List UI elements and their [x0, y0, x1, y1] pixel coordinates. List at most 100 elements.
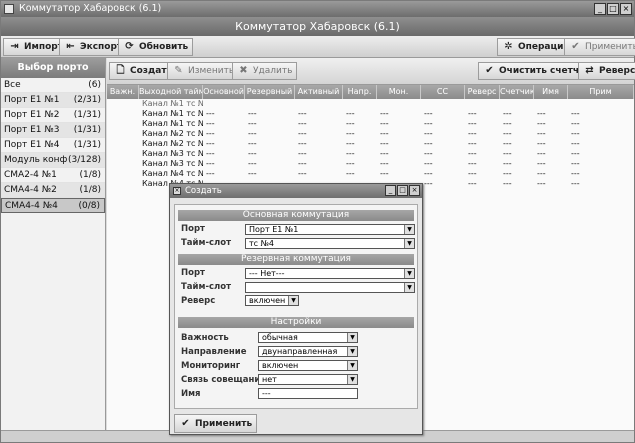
port-select[interactable]: Порт Е1 №1 ▼	[245, 224, 415, 235]
column-header[interactable]: Напр.	[343, 85, 377, 99]
table-cell	[107, 169, 139, 179]
delete-button[interactable]: ✖ Удалить	[232, 62, 298, 80]
chevron-down-icon: ▼	[404, 225, 414, 234]
window-titlebar[interactable]: Коммутатор Хабаровск (6.1) _ □ ×	[1, 1, 634, 17]
port-list-item[interactable]: Порт E1 №1 (2/31)	[1, 93, 105, 108]
reverse-select[interactable]: включен ▼	[245, 295, 299, 306]
export-button[interactable]: ⇤ Экспорт	[59, 38, 128, 56]
port-list-item[interactable]: Все (6)	[1, 78, 105, 93]
table-cell: ---	[206, 109, 215, 118]
column-header[interactable]: Резервный	[245, 85, 295, 99]
dialog-titlebar[interactable]: × Создать _ □ ×	[170, 184, 422, 198]
table-cell: ---	[468, 109, 477, 118]
port-selector-panel: Выбор порто Все (6) Порт E1 №1 (2/31) Порт…	[1, 58, 106, 430]
table-cell: Канал №3 тс №2	[142, 159, 203, 168]
dialog-apply-button[interactable]: ✔ Применить	[174, 414, 258, 433]
maximize-icon[interactable]: □	[607, 3, 619, 15]
direction-select[interactable]: двунаправленная ▼	[258, 346, 358, 357]
name-input[interactable]: ---	[258, 388, 358, 399]
importance-select[interactable]: обычная ▼	[258, 332, 358, 343]
dialog-window-controls: _ □ ×	[385, 185, 420, 196]
slot-select[interactable]: тс №4 ▼	[245, 238, 415, 249]
table-row[interactable]: Канал №4 тс №1--------------------------…	[107, 169, 634, 179]
port-list-item[interactable]: Модуль конф (3/128)	[1, 153, 105, 168]
apply-button[interactable]: ✔ Применить	[564, 38, 635, 56]
chevron-down-icon: ▼	[288, 296, 298, 305]
dialog-close-x-icon: ×	[173, 187, 181, 195]
table-cell	[465, 99, 500, 109]
table-cell: ---	[248, 129, 257, 138]
dialog-body: Основная коммутация Порт Порт Е1 №1 ▼ Тай…	[174, 204, 418, 409]
table-cell: ---	[346, 149, 355, 158]
close-icon[interactable]: ×	[620, 3, 632, 15]
monitoring-label: Мониторинг	[181, 361, 241, 371]
table-row[interactable]: Канал №3 тс №2--------------------------…	[107, 159, 634, 169]
table-row[interactable]: Канал №1 тс №1--------------------------…	[107, 109, 634, 119]
maximize-icon[interactable]: □	[397, 185, 408, 196]
reverse-arrows-icon: ⇄	[585, 65, 594, 76]
main-switching-section: Основная коммутация	[178, 210, 414, 221]
reverse-label: Реверс	[599, 66, 635, 76]
table-row[interactable]: Канал №2 тс №1--------------------------…	[107, 129, 634, 139]
table-row[interactable]: Канал №1 тс №1	[107, 99, 634, 109]
column-header[interactable]: Выходной тайм-слот	[139, 85, 203, 99]
column-header[interactable]: Важн.	[107, 85, 139, 99]
table-cell: ---	[571, 109, 580, 118]
table-cell: ---	[248, 139, 257, 148]
reverse-button[interactable]: ⇄ Реверс	[578, 62, 635, 80]
refresh-button[interactable]: ⟳ Обновить	[118, 38, 194, 56]
dialog-title: Создать	[185, 186, 222, 196]
column-header[interactable]: Мон.	[377, 85, 421, 99]
import-label: Импорт	[24, 42, 63, 52]
port-list-item[interactable]: Порт E1 №4 (1/31)	[1, 138, 105, 153]
table-cell: ---	[537, 139, 546, 148]
port-list-item[interactable]: СМА2-4 №1 (1/8)	[1, 168, 105, 183]
clear-counter-button[interactable]: ✔ Очистить счетчк	[478, 62, 591, 80]
export-icon: ⇤	[66, 41, 75, 52]
name-label: Имя	[181, 389, 201, 399]
table-cell: ---	[206, 159, 215, 168]
table-cell: ---	[206, 129, 215, 138]
edit-button[interactable]: ✎ Изменить	[167, 62, 240, 80]
monitoring-select[interactable]: включен ▼	[258, 360, 358, 371]
table-cell: ---	[468, 169, 477, 178]
create-dialog: × Создать _ □ × Основная коммутация Порт…	[169, 183, 423, 435]
table-cell: ---	[298, 129, 307, 138]
table-cell: ---	[346, 139, 355, 148]
port-list-item-selected[interactable]: СМА4-4 №4 (0/8)	[1, 198, 105, 213]
port-list-item[interactable]: Порт E1 №3 (1/31)	[1, 123, 105, 138]
table-cell	[568, 99, 634, 109]
column-header[interactable]: Имя	[534, 85, 568, 99]
table-cell: ---	[380, 109, 389, 118]
table-cell: ---	[537, 129, 546, 138]
conference-select[interactable]: нет ▼	[258, 374, 358, 385]
table-cell	[107, 149, 139, 159]
table-cell: ---	[380, 149, 389, 158]
column-header[interactable]: Реверс	[465, 85, 500, 99]
minimize-icon[interactable]: _	[385, 185, 396, 196]
table-cell: ---	[298, 149, 307, 158]
table-row[interactable]: Канал №3 тс №1--------------------------…	[107, 149, 634, 159]
column-header[interactable]: СС	[421, 85, 465, 99]
table-cell: ---	[298, 109, 307, 118]
close-icon[interactable]: ×	[409, 185, 420, 196]
table-row[interactable]: Канал №1 тс №2--------------------------…	[107, 119, 634, 129]
reserve-slot-select[interactable]: ▼	[245, 282, 415, 293]
column-header[interactable]: Основной	[203, 85, 245, 99]
table-cell	[107, 99, 139, 109]
table-cell	[107, 129, 139, 139]
reserve-port-select[interactable]: --- Нет--- ▼	[245, 268, 415, 279]
column-header[interactable]: Счетчик	[500, 85, 534, 99]
column-header[interactable]: Активный	[295, 85, 343, 99]
minimize-icon[interactable]: _	[594, 3, 606, 15]
table-cell: ---	[346, 169, 355, 178]
table-cell: Канал №2 тс №2	[142, 139, 203, 148]
table-cell: ---	[503, 159, 512, 168]
chevron-down-icon: ▼	[347, 347, 357, 356]
table-cell: ---	[571, 119, 580, 128]
table-cell: Канал №2 тс №1	[142, 129, 203, 138]
table-row[interactable]: Канал №2 тс №2--------------------------…	[107, 139, 634, 149]
port-list-item[interactable]: СМА4-4 №2 (1/8)	[1, 183, 105, 198]
column-header[interactable]: Прим	[568, 85, 634, 99]
port-list-item[interactable]: Порт E1 №2 (1/31)	[1, 108, 105, 123]
